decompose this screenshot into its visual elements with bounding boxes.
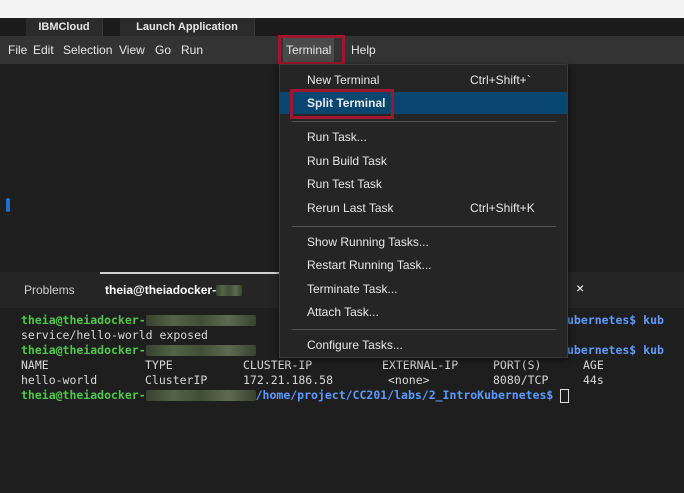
menu-separator	[292, 121, 556, 122]
menu-item-run-task[interactable]: Run Task...	[280, 126, 567, 148]
menu-view[interactable]: View	[116, 36, 148, 64]
menu-item-label: New Terminal	[307, 73, 380, 87]
menu-item-show-running-tasks[interactable]: Show Running Tasks...	[280, 231, 567, 253]
tab-terminal-session[interactable]: theia@theiadocker-	[105, 272, 243, 308]
menu-item-label: Show Running Tasks...	[307, 235, 429, 249]
terminal-line-tail: ubernetes$ kub	[567, 313, 664, 328]
menu-item-shortcut: Ctrl+Shift+`	[470, 73, 531, 87]
prompt-user: theia@theiadocker-	[21, 343, 146, 357]
menu-item-shortcut: Ctrl+Shift+K	[470, 201, 535, 215]
terminal-line: service/hello-world exposed	[21, 328, 208, 342]
cell-cluster-ip: 172.21.186.58	[243, 373, 334, 387]
cell-name: hello-world	[21, 373, 98, 387]
prompt-symbol: $	[546, 388, 554, 402]
service-table-row: hello-world ClusterIP 172.21.186.58 <non…	[0, 373, 684, 388]
menu-item-label: Attach Task...	[307, 305, 379, 319]
activity-indicator	[6, 198, 10, 212]
menu-selection[interactable]: Selection	[60, 36, 115, 64]
menu-edit[interactable]: Edit	[30, 36, 57, 64]
prompt-user: theia@theiadocker-	[21, 388, 146, 402]
terminal-menu-highlight	[278, 35, 345, 65]
terminal-line-prompt: theia@theiadocker- /home/project/CC201/la…	[21, 388, 570, 403]
terminal-line: theia@theiadocker-	[21, 343, 256, 358]
cell-type: ClusterIP	[145, 373, 208, 387]
menu-item-restart-running-task[interactable]: Restart Running Task...	[280, 254, 567, 276]
menu-item-label: Configure Tasks...	[307, 338, 403, 352]
prompt-user: theia@theiadocker-	[21, 313, 146, 327]
redacted-hostname	[145, 345, 256, 356]
redacted-hostname	[145, 315, 256, 326]
terminal-tab-label: theia@theiadocker-	[105, 283, 217, 297]
menu-item-run-build-task[interactable]: Run Build Task	[280, 150, 567, 172]
menu-item-new-terminal[interactable]: New Terminal Ctrl+Shift+`	[280, 69, 567, 91]
prompt-path: /home/project/CC201/labs/2_IntroKubernet…	[255, 388, 547, 402]
menu-item-attach-task[interactable]: Attach Task...	[280, 301, 567, 323]
tab-launch-application[interactable]: Launch Application	[120, 18, 255, 36]
col-external-ip: EXTERNAL-IP	[382, 358, 459, 372]
tab-problems[interactable]: Problems	[24, 272, 75, 308]
terminal-line-tail: ubernetes$ kub	[567, 343, 664, 358]
terminal-cursor	[560, 388, 570, 403]
prompt-tail: ubernetes$ kub	[567, 343, 664, 357]
redacted-hostname	[145, 390, 256, 401]
menu-separator	[292, 226, 556, 227]
menu-go[interactable]: Go	[152, 36, 174, 64]
service-table-header: NAME TYPE CLUSTER-IP EXTERNAL-IP PORT(S)…	[0, 358, 684, 373]
cell-ports: 8080/TCP	[493, 373, 549, 387]
menu-item-label: Terminate Task...	[307, 282, 398, 296]
col-type: TYPE	[145, 358, 173, 372]
menu-item-label: Rerun Last Task	[307, 201, 394, 215]
menu-item-run-test-task[interactable]: Run Test Task	[280, 173, 567, 195]
tab-ibmcloud[interactable]: IBMCloud	[26, 18, 103, 36]
col-ports: PORT(S)	[493, 358, 542, 372]
menu-item-rerun-last-task[interactable]: Rerun Last Task Ctrl+Shift+K	[280, 197, 567, 219]
menu-item-label: Restart Running Task...	[307, 258, 432, 272]
menu-help[interactable]: Help	[348, 36, 379, 64]
close-icon[interactable]: ×	[576, 280, 584, 296]
col-cluster-ip: CLUSTER-IP	[243, 358, 313, 372]
prompt-tail: ubernetes$ kub	[567, 313, 664, 327]
app-tab-bar: IBMCloud Launch Application	[0, 18, 684, 36]
menu-file[interactable]: File	[5, 36, 30, 64]
col-age: AGE	[583, 358, 604, 372]
menu-item-configure-tasks[interactable]: Configure Tasks...	[280, 334, 567, 356]
cell-age: 44s	[583, 373, 604, 387]
cell-external-ip: <none>	[388, 373, 430, 387]
menu-item-terminate-task[interactable]: Terminate Task...	[280, 278, 567, 300]
menu-item-label: Run Task...	[307, 130, 367, 144]
col-name: NAME	[21, 358, 49, 372]
menu-item-label: Run Test Task	[307, 177, 382, 191]
redacted-hostname	[216, 285, 243, 297]
menu-separator	[292, 329, 556, 330]
browser-top-strip	[0, 0, 684, 18]
menu-run[interactable]: Run	[178, 36, 206, 64]
menu-item-label: Run Build Task	[307, 154, 387, 168]
split-terminal-highlight	[290, 89, 394, 119]
terminal-line: theia@theiadocker-	[21, 313, 256, 328]
